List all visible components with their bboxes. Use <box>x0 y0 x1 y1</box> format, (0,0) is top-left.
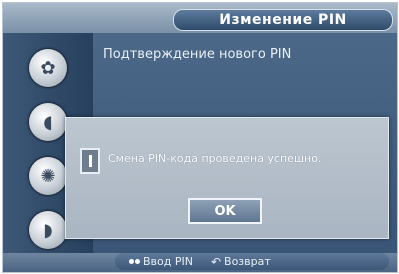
dialog-message: Смена PIN-кода проведена успешно. <box>108 152 322 165</box>
input-icon[interactable]: ◗ <box>29 211 67 249</box>
number-keys-icon <box>129 259 140 264</box>
picture-icon[interactable]: ✿ <box>29 49 67 87</box>
footer-hints: Ввод PIN ↶ Возврат <box>115 253 389 270</box>
enter-pin-hint: Ввод PIN <box>129 255 193 268</box>
confirm-pin-label: Подтверждение нового PIN <box>103 47 292 62</box>
return-label: Возврат <box>224 255 271 268</box>
menu-window: Изменение PIN ✿ ◖ ✺ ◗ Подтверждение ново… <box>2 2 398 273</box>
return-icon: ↶ <box>210 254 222 269</box>
info-icon <box>80 148 100 174</box>
setup-icon[interactable]: ✺ <box>29 157 67 195</box>
page-title: Изменение PIN <box>173 9 393 31</box>
ok-button[interactable]: OK <box>188 198 262 224</box>
confirmation-dialog: Смена PIN-кода проведена успешно. OK <box>65 117 389 239</box>
enter-pin-label: Ввод PIN <box>143 255 193 268</box>
return-hint[interactable]: ↶ Возврат <box>211 255 271 269</box>
sound-icon[interactable]: ◖ <box>29 103 67 141</box>
